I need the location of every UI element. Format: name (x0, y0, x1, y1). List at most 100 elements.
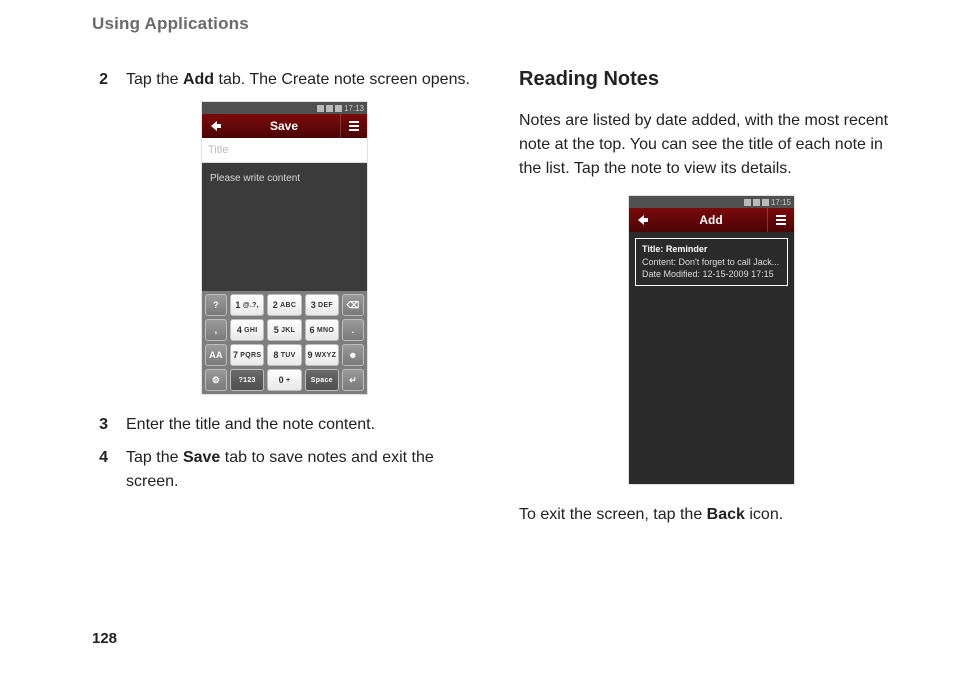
note-item[interactable]: Title: Reminder Content: Don't forget to… (635, 238, 788, 286)
key-digit: 3 (311, 300, 316, 310)
key-digit: 1 (235, 300, 240, 310)
value: Reminder (666, 244, 708, 254)
phone-notes-list: 17:15 Add Title: Reminder Content: Don't… (628, 195, 795, 485)
key-letters: WXYZ (315, 352, 336, 359)
text: Tap the (126, 449, 183, 466)
back-icon (634, 213, 650, 227)
note-content-line: Content: Don't forget to call Jack... (642, 256, 781, 269)
phone-create-note: 17:13 Save Title Please write content ? (201, 101, 368, 395)
key-digit: 7 (233, 350, 238, 360)
key-period[interactable]: . (342, 319, 364, 341)
subsection-heading: Reading Notes (519, 68, 904, 91)
list-icon (774, 214, 788, 226)
battery-icon (335, 105, 342, 112)
note-title-line: Title: Reminder (642, 243, 781, 256)
key-letters: TUV (281, 352, 296, 359)
key-letters: GHI (244, 327, 257, 334)
value: 12-15-2009 17:15 (703, 269, 774, 279)
key-letters: @.?, (243, 302, 259, 309)
add-tab[interactable]: Add (655, 213, 767, 227)
key-8[interactable]: 8TUV (267, 344, 301, 366)
text: Enter the title and the note content. (126, 416, 375, 433)
status-bar: 17:15 (629, 196, 794, 208)
key-letters: MNO (317, 327, 334, 334)
key-9[interactable]: 9WXYZ (305, 344, 339, 366)
key-digit: 4 (237, 325, 242, 335)
key-digit: 2 (273, 300, 278, 310)
section-header: Using Applications (92, 14, 904, 34)
list-icon (347, 120, 361, 132)
notes-list-body: Title: Reminder Content: Don't forget to… (629, 232, 794, 484)
step-number: 3 (92, 413, 108, 436)
step-4: 4 Tap the Save tab to save notes and exi… (92, 446, 477, 492)
key-0[interactable]: 0+ (267, 369, 301, 391)
key-digit: 5 (274, 325, 279, 335)
key-enter[interactable]: ↵ (342, 369, 364, 391)
battery-icon (762, 199, 769, 206)
key-4[interactable]: 4GHI (230, 319, 264, 341)
key-letters: + (286, 377, 290, 384)
key-emoji[interactable]: ☻ (342, 344, 364, 366)
text: tab. The Create note screen opens. (214, 71, 470, 88)
list-button[interactable] (767, 208, 794, 232)
key-letters: DEF (318, 302, 333, 309)
right-column: Reading Notes Notes are listed by date a… (519, 68, 904, 541)
key-comma[interactable]: , (205, 319, 227, 341)
clock: 17:15 (771, 198, 791, 207)
key-digit: 6 (310, 325, 315, 335)
status-bar: 17:13 (202, 102, 367, 114)
save-tab[interactable]: Save (228, 119, 340, 133)
key-question[interactable]: ? (205, 294, 227, 316)
wifi-icon (753, 199, 760, 206)
key-space[interactable]: Space (305, 369, 339, 391)
key-settings[interactable]: ⚙ (205, 369, 227, 391)
step-number: 2 (92, 68, 108, 91)
key-2[interactable]: 2ABC (267, 294, 301, 316)
key-6[interactable]: 6MNO (305, 319, 339, 341)
content-input[interactable]: Please write content (202, 163, 367, 291)
clock: 17:13 (344, 104, 364, 113)
key-3[interactable]: 3DEF (305, 294, 339, 316)
note-date-line: Date Modified: 12-15-2009 17:15 (642, 268, 781, 281)
step-text: Tap the Save tab to save notes and exit … (126, 446, 477, 492)
bold-word: Save (183, 449, 220, 466)
key-digit: 9 (307, 350, 312, 360)
left-column: 2 Tap the Add tab. The Create note scree… (92, 68, 477, 541)
page-number: 128 (92, 630, 117, 647)
signal-icon (744, 199, 751, 206)
text: To exit the screen, tap the (519, 506, 707, 523)
step-2: 2 Tap the Add tab. The Create note scree… (92, 68, 477, 91)
key-caps[interactable]: AA (205, 344, 227, 366)
list-button[interactable] (340, 114, 367, 138)
key-7[interactable]: 7PQRS (230, 344, 264, 366)
step-3: 3 Enter the title and the note content. (92, 413, 477, 436)
label: Title: (642, 244, 666, 254)
key-backspace[interactable]: ⌫ (342, 294, 364, 316)
value: Don't forget to call Jack... (679, 257, 780, 267)
key-5[interactable]: 5JKL (267, 319, 301, 341)
text: icon. (745, 506, 783, 523)
key-digit: 0 (279, 375, 284, 385)
key-digit: 8 (273, 350, 278, 360)
key-letters: ABC (280, 302, 296, 309)
text: Tap the (126, 71, 183, 88)
step-number: 4 (92, 446, 108, 492)
label: Content: (642, 257, 679, 267)
bold-word: Back (707, 506, 745, 523)
bold-word: Add (183, 71, 214, 88)
title-bar: Save (202, 114, 367, 138)
key-symbols[interactable]: ?123 (230, 369, 264, 391)
key-letters: JKL (281, 327, 295, 334)
title-input[interactable]: Title (202, 138, 367, 163)
signal-icon (317, 105, 324, 112)
back-button[interactable] (202, 114, 228, 138)
back-button[interactable] (629, 208, 655, 232)
key-letters: PQRS (240, 352, 261, 359)
wifi-icon (326, 105, 333, 112)
back-icon (207, 119, 223, 133)
label: Date Modified: (642, 269, 703, 279)
step-text: Enter the title and the note content. (126, 413, 477, 436)
step-text: Tap the Add tab. The Create note screen … (126, 68, 477, 91)
keypad: ? 1@.?, 2ABC 3DEF ⌫ , 4GHI 5JKL 6MNO . A… (202, 291, 367, 394)
key-1[interactable]: 1@.?, (230, 294, 264, 316)
